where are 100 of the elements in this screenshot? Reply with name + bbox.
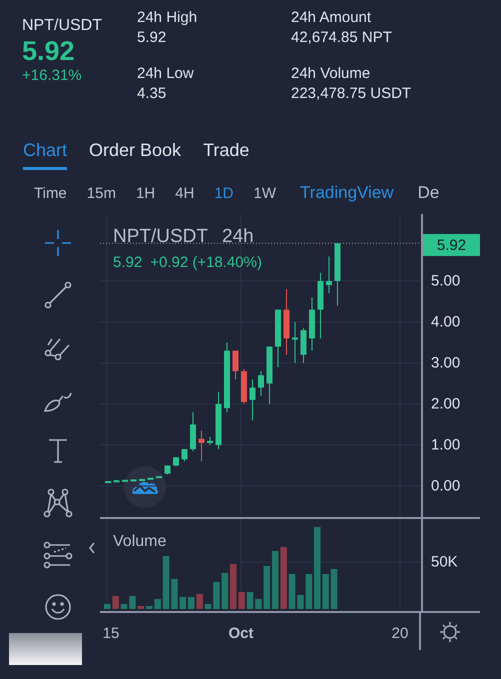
chart-title: NPT/USDT bbox=[113, 226, 208, 248]
candlestick bbox=[275, 309, 281, 368]
price-tag: 5.92 bbox=[423, 234, 480, 256]
tab[interactable]: Order Book bbox=[89, 140, 182, 170]
volume-bar bbox=[238, 592, 245, 609]
volume-bar bbox=[322, 574, 329, 609]
candlestick bbox=[148, 477, 154, 480]
view-tab[interactable]: De bbox=[418, 183, 440, 203]
volume-bar bbox=[213, 582, 220, 609]
interval-button[interactable]: 1D bbox=[214, 184, 234, 202]
volume-bar bbox=[138, 606, 144, 609]
last-price: 5.92 bbox=[22, 35, 76, 67]
candlestick bbox=[156, 476, 162, 478]
candlestick bbox=[114, 479, 120, 482]
axis-label: 50K bbox=[431, 554, 458, 570]
axis-label: 4.00 bbox=[431, 314, 460, 330]
volume-bar bbox=[104, 604, 110, 609]
axis-label: 20 bbox=[392, 625, 408, 642]
volume-bar bbox=[129, 596, 136, 609]
smiley-icon[interactable] bbox=[42, 591, 74, 623]
candlestick bbox=[139, 478, 145, 482]
volume-bar bbox=[330, 569, 338, 609]
candlestick bbox=[284, 288, 290, 356]
candlestick bbox=[182, 448, 188, 462]
candlestick bbox=[105, 480, 111, 484]
volume-bar bbox=[171, 579, 178, 609]
volume-bar bbox=[180, 597, 186, 609]
axis-label: 15 bbox=[102, 625, 120, 642]
candlestick bbox=[190, 412, 196, 452]
candlestick bbox=[232, 350, 238, 380]
interval-button[interactable]: Time bbox=[34, 184, 67, 202]
price-change: +16.31% bbox=[22, 67, 83, 84]
volume-bar bbox=[280, 547, 287, 609]
pair-name: NPT/USDT bbox=[22, 17, 103, 35]
indicator-lines-icon[interactable] bbox=[42, 539, 74, 571]
interval-button[interactable]: 1W bbox=[254, 184, 276, 202]
candlestick bbox=[266, 346, 272, 404]
stat-label: 24h Low bbox=[137, 64, 195, 84]
stat-label: 24h High bbox=[137, 8, 198, 28]
candlestick bbox=[318, 272, 324, 339]
chart-period: 24h bbox=[222, 226, 254, 248]
volume-bar bbox=[188, 597, 194, 609]
crosshair-icon[interactable] bbox=[42, 227, 74, 259]
tab[interactable]: Chart bbox=[23, 140, 68, 170]
candlestick bbox=[292, 322, 298, 364]
volume-bar bbox=[120, 604, 128, 609]
interval-button[interactable]: 15m bbox=[86, 184, 116, 202]
stat-value: 42,674.85 NPT bbox=[291, 28, 393, 48]
volume-bar bbox=[306, 574, 312, 609]
stat-label: 24h Amount bbox=[291, 8, 372, 28]
view-tab[interactable]: TradingView bbox=[300, 183, 394, 203]
tab[interactable]: Trade bbox=[203, 140, 250, 170]
candlestick bbox=[326, 256, 332, 294]
candlestick bbox=[207, 436, 213, 446]
candlestick bbox=[198, 430, 204, 462]
interval-button[interactable]: 1H bbox=[136, 184, 156, 202]
axis-label: 2.00 bbox=[431, 396, 460, 412]
candlestick bbox=[173, 456, 179, 467]
stat-value: 4.35 bbox=[137, 84, 168, 104]
axis-label: 5.00 bbox=[431, 272, 460, 290]
volume-bar bbox=[297, 595, 304, 609]
axis-label: Oct bbox=[228, 625, 254, 642]
volume-bar bbox=[272, 551, 278, 609]
axis-label: 3.00 bbox=[431, 354, 460, 372]
volume-bar bbox=[112, 596, 119, 609]
volume-bar bbox=[255, 599, 262, 609]
volume-label: Volume bbox=[113, 533, 166, 551]
pattern-tool-icon[interactable] bbox=[42, 487, 74, 519]
stat-value: 223,478.75 USDT bbox=[291, 84, 412, 104]
volume-bar bbox=[162, 556, 170, 609]
candlestick bbox=[250, 378, 256, 421]
stat-value: 5.92 bbox=[137, 28, 168, 48]
volume-bar bbox=[146, 606, 152, 609]
candlestick bbox=[309, 296, 315, 352]
chevron-left-icon[interactable] bbox=[88, 542, 96, 554]
volume-bar bbox=[264, 566, 270, 609]
axis-label: 0.00 bbox=[431, 478, 460, 494]
candlestick bbox=[130, 478, 136, 482]
volume-bar bbox=[230, 564, 236, 609]
volume-bar bbox=[222, 573, 228, 609]
axis-label: 1.00 bbox=[431, 436, 460, 454]
candlestick bbox=[334, 242, 340, 306]
volume-bar bbox=[288, 574, 296, 609]
interval-button[interactable]: 4H bbox=[175, 184, 194, 202]
volume-bar bbox=[204, 604, 212, 609]
volume-bar bbox=[246, 592, 254, 609]
candlestick bbox=[224, 342, 230, 413]
candlestick bbox=[258, 370, 264, 396]
candlestick bbox=[122, 479, 128, 482]
volume-bar bbox=[196, 594, 203, 609]
line-tool-icon[interactable] bbox=[42, 279, 74, 311]
candlestick bbox=[300, 328, 306, 364]
volume-bar bbox=[154, 599, 161, 609]
candlestick bbox=[216, 391, 222, 450]
stat-label: 24h Volume bbox=[291, 64, 372, 84]
legend-price: 5.92 bbox=[113, 254, 142, 271]
candlestick bbox=[164, 465, 170, 476]
candlestick bbox=[241, 368, 247, 404]
settings-icon[interactable] bbox=[439, 621, 462, 643]
legend-change: +0.92 (+18.40%) bbox=[150, 254, 262, 271]
